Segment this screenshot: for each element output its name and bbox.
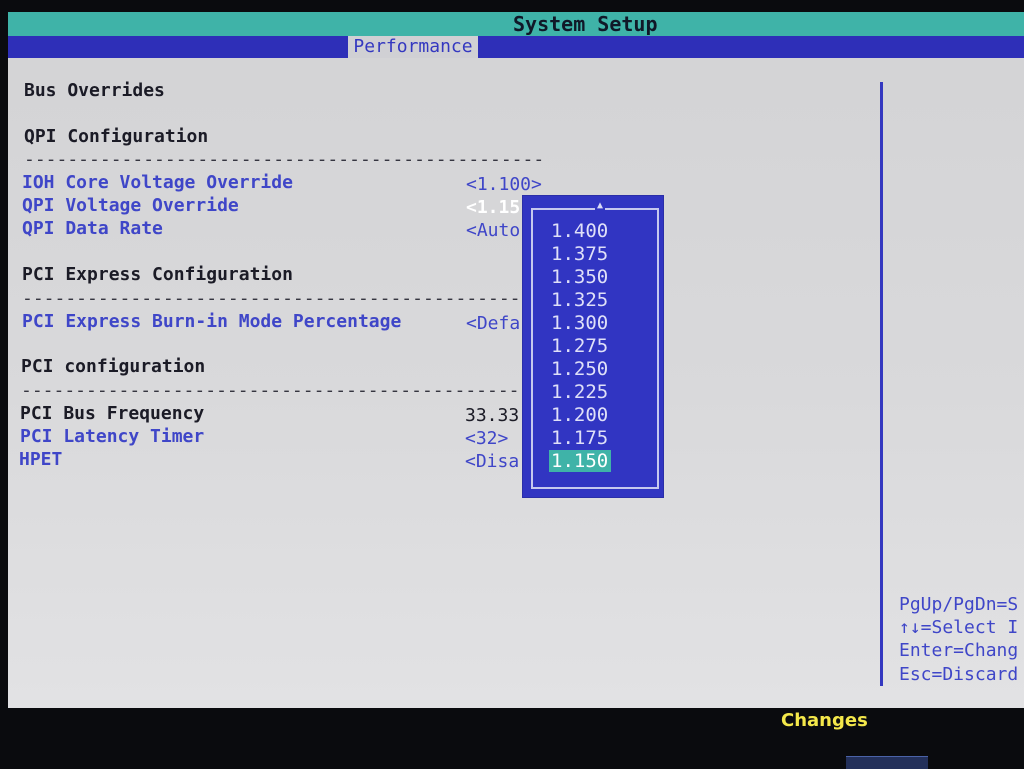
pcie-burn-in-value[interactable]: <Defa — [466, 313, 520, 335]
qpi-voltage-value[interactable]: <1.15 — [466, 197, 520, 219]
section-bus-overrides: Bus Overrides — [24, 80, 165, 101]
option-1-350[interactable]: 1.350 — [549, 266, 611, 288]
ioh-core-voltage-value[interactable]: <1.100> — [466, 174, 542, 196]
monitor-bezel-light — [846, 756, 928, 769]
help-esc: Esc=Discard — [899, 664, 1019, 685]
section-qpi-configuration: QPI Configuration — [24, 126, 209, 147]
help-divider — [880, 82, 883, 686]
option-1-300[interactable]: 1.300 — [549, 312, 611, 334]
option-1-375[interactable]: 1.375 — [549, 243, 611, 265]
changes-label: Changes — [781, 710, 868, 731]
divider: ----------------------------------------… — [24, 149, 545, 170]
option-1-250[interactable]: 1.250 — [549, 358, 611, 380]
tab-performance[interactable]: Performance — [348, 36, 478, 58]
ioh-core-voltage-label[interactable]: IOH Core Voltage Override — [22, 172, 293, 194]
bios-screen: System Setup Performance Bus Overrides Q… — [8, 12, 1024, 708]
qpi-voltage-label[interactable]: QPI Voltage Override — [22, 195, 239, 217]
option-1-400[interactable]: 1.400 — [549, 220, 611, 242]
option-1-325[interactable]: 1.325 — [549, 289, 611, 311]
divider: ----------------------------------------… — [22, 288, 543, 309]
divider: ----------------------------------------… — [21, 380, 542, 401]
option-1-200[interactable]: 1.200 — [549, 404, 611, 426]
help-enter: Enter=Chang — [899, 640, 1019, 661]
pci-latency-timer-value[interactable]: <32> — [465, 428, 508, 450]
pcie-burn-in-label[interactable]: PCI Express Burn-in Mode Percentage — [22, 311, 401, 333]
popup-frame: ▲ 1.400 1.375 1.350 1.325 1.300 1.275 1.… — [531, 201, 659, 489]
tab-bar: Performance — [8, 36, 1024, 58]
option-1-225[interactable]: 1.225 — [549, 381, 611, 403]
title-bar: System Setup — [8, 12, 1024, 36]
pci-bus-frequency-label: PCI Bus Frequency — [20, 403, 205, 424]
option-1-275[interactable]: 1.275 — [549, 335, 611, 357]
hpet-value[interactable]: <Disa — [465, 451, 519, 473]
hpet-label[interactable]: HPET — [19, 449, 62, 471]
qpi-data-rate-label[interactable]: QPI Data Rate — [22, 218, 163, 240]
option-1-150-selected[interactable]: 1.150 — [549, 450, 611, 472]
help-pgup: PgUp/PgDn=S — [899, 594, 1019, 615]
section-pci-express-configuration: PCI Express Configuration — [22, 264, 293, 285]
qpi-data-rate-value[interactable]: <Auto — [466, 220, 520, 242]
pci-bus-frequency-value: 33.33 — [465, 405, 520, 426]
help-select: ↑↓=Select I — [899, 617, 1019, 638]
option-1-175[interactable]: 1.175 — [549, 427, 611, 449]
app-title: System Setup — [513, 12, 658, 36]
section-pci-configuration: PCI configuration — [21, 356, 206, 377]
voltage-options-popup[interactable]: ▲ 1.400 1.375 1.350 1.325 1.300 1.275 1.… — [523, 196, 663, 497]
scroll-up-arrow-icon[interactable]: ▲ — [595, 201, 605, 211]
pci-latency-timer-label[interactable]: PCI Latency Timer — [20, 426, 204, 448]
